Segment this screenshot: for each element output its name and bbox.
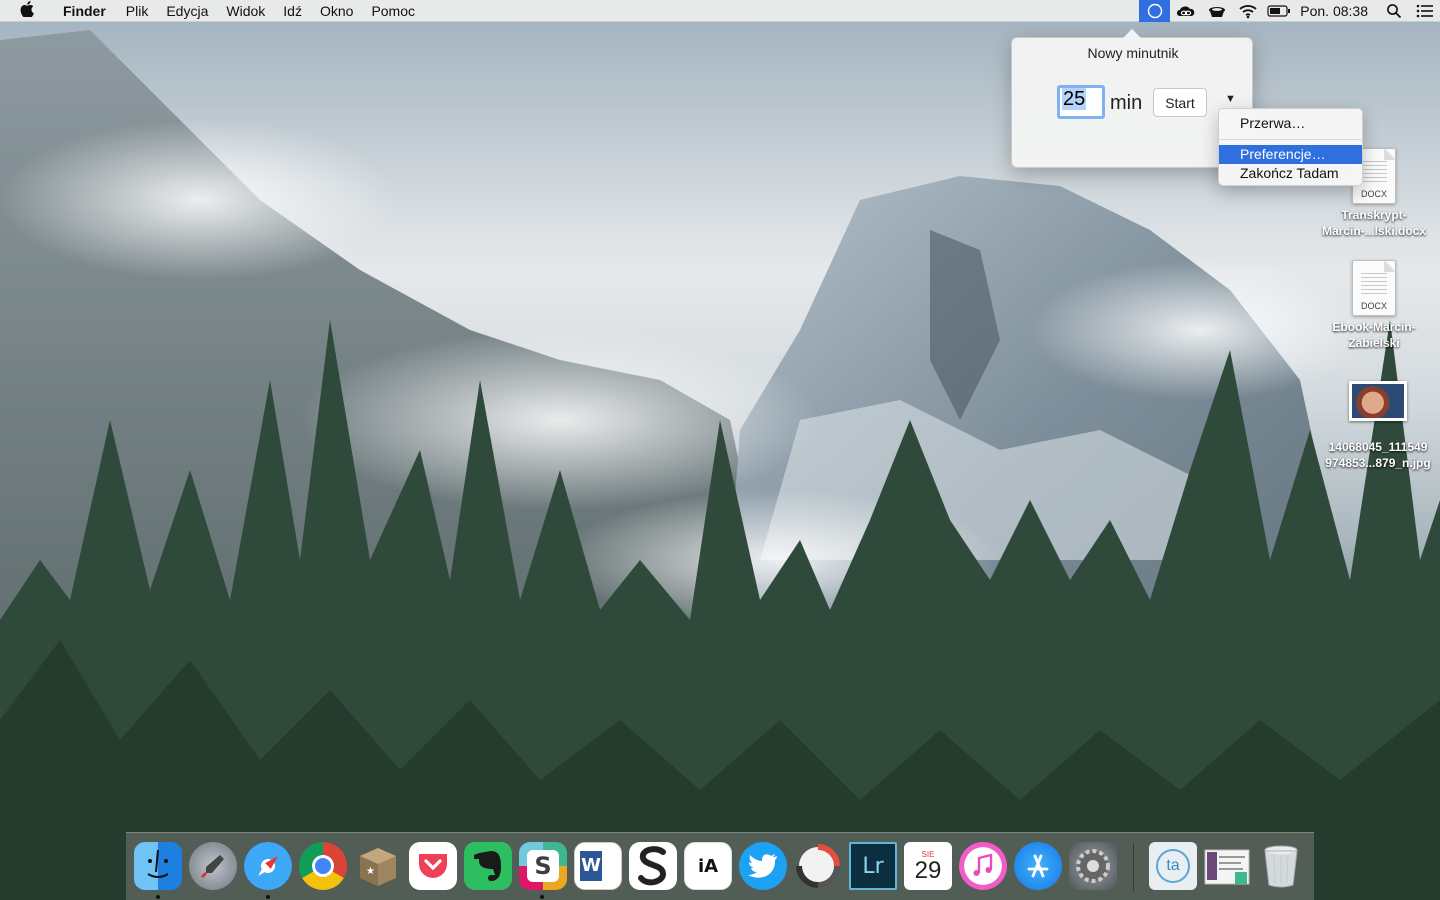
ia-writer-label: iA: [697, 855, 719, 877]
menu-pomoc[interactable]: Pomoc: [362, 0, 424, 22]
file-extension: DOCX: [1360, 301, 1387, 311]
timer-options-menu: Przerwa… Preferencje… Zakończ Tadam: [1218, 108, 1363, 186]
evernote-icon[interactable]: [464, 842, 512, 890]
menu-plik[interactable]: Plik: [117, 0, 158, 22]
notification-center-icon[interactable]: [1409, 0, 1440, 22]
file-label-line: 14068045_111549: [1328, 440, 1428, 454]
running-indicator: [156, 895, 160, 899]
menu-item-preferencje[interactable]: Preferencje…: [1219, 145, 1362, 164]
focus-timer-icon[interactable]: [794, 842, 842, 890]
caffeine-cup-icon[interactable]: [1201, 0, 1232, 22]
minutes-value[interactable]: 25: [1062, 88, 1087, 110]
minutes-unit-label: min: [1110, 92, 1143, 114]
file-label-line: Marcin-...lski.docx: [1321, 224, 1427, 238]
app-store-icon[interactable]: [1014, 842, 1062, 890]
desktop-file-ebook[interactable]: DOCX Ebook-Marcin- Zabielski: [1314, 260, 1434, 351]
word-icon[interactable]: W: [574, 842, 622, 890]
menu-finder[interactable]: Finder: [54, 0, 117, 22]
texts-label: ta: [1166, 857, 1180, 874]
file-label-line: Zabielski: [1348, 336, 1400, 350]
file-label: Transkrypt- Marcin-...lski.docx: [1314, 207, 1434, 239]
lightroom-label: Lr: [862, 853, 884, 879]
menu-idz[interactable]: Idź: [274, 0, 311, 22]
pocket-icon[interactable]: [409, 842, 457, 890]
document-lines: [1361, 273, 1387, 295]
triangle-down-icon[interactable]: ▼: [1225, 93, 1236, 105]
new-timer-popover: Nowy minutnik 25 min Start ▼: [1011, 29, 1253, 168]
menu-bar-left: Finder Plik Edycja Widok Idź Okno Pomoc: [0, 0, 424, 22]
tadam-timer-icon[interactable]: [1139, 0, 1171, 22]
itunes-icon[interactable]: [959, 842, 1007, 890]
archive-box-icon[interactable]: ★: [354, 842, 402, 890]
safari-icon[interactable]: [244, 842, 292, 890]
twitter-icon[interactable]: [739, 842, 787, 890]
menu-okno[interactable]: Okno: [311, 0, 362, 22]
image-thumbnail: [1349, 381, 1407, 421]
screenshot-stack-icon[interactable]: [1203, 842, 1251, 890]
texts-folder-icon[interactable]: ta: [1149, 842, 1197, 890]
popover-title: Nowy minutnik: [1087, 45, 1179, 61]
menu-item-zakoncz-tadam[interactable]: Zakończ Tadam: [1219, 164, 1362, 183]
file-label: 14068045_111549 974853...879_n.jpg: [1318, 439, 1438, 471]
calendar-day: 29: [914, 856, 942, 884]
start-button[interactable]: Start: [1153, 88, 1207, 117]
menu-separator: [1219, 139, 1362, 140]
running-indicator: [266, 895, 270, 899]
dock: ★ S W iA Lr SIE 29 ta: [126, 832, 1314, 900]
word-letter: W: [580, 851, 602, 881]
file-label-line: Transkrypt-: [1341, 208, 1407, 222]
menu-bar: Finder Plik Edycja Widok Idź Okno Pomoc …: [0, 0, 1440, 22]
menu-widok[interactable]: Widok: [217, 0, 274, 22]
slack-icon[interactable]: S: [519, 842, 567, 890]
file-extension: DOCX: [1360, 189, 1387, 199]
menu-edycja[interactable]: Edycja: [157, 0, 217, 22]
file-label-line: Ebook-Marcin-: [1332, 320, 1416, 334]
search-icon[interactable]: [1378, 0, 1409, 22]
lightroom-icon[interactable]: Lr: [849, 842, 897, 890]
battery-icon[interactable]: [1263, 0, 1294, 22]
menu-item-przerwa[interactable]: Przerwa…: [1219, 114, 1362, 133]
dock-separator: [1133, 843, 1134, 891]
menu-bar-status-area: Pon. 08:38: [1139, 0, 1440, 22]
file-label: Ebook-Marcin- Zabielski: [1314, 319, 1434, 351]
desktop-file-photo[interactable]: 14068045_111549 974853...879_n.jpg: [1318, 381, 1438, 471]
slack-letter: S: [527, 850, 559, 882]
launchpad-icon[interactable]: [189, 842, 237, 890]
scrivener-icon[interactable]: [629, 842, 677, 890]
menu-bar-clock[interactable]: Pon. 08:38: [1294, 0, 1378, 22]
popover-arrow: [1123, 29, 1141, 38]
trash-icon[interactable]: [1257, 842, 1305, 890]
running-indicator: [540, 895, 544, 899]
ia-writer-icon[interactable]: iA: [684, 842, 732, 890]
document-lines: [1361, 161, 1387, 183]
system-preferences-icon[interactable]: [1069, 842, 1117, 890]
svg-text:★: ★: [366, 866, 375, 877]
wifi-icon[interactable]: [1232, 0, 1263, 22]
file-label-line: 974853...879_n.jpg: [1325, 456, 1431, 470]
creative-cloud-icon[interactable]: [1170, 0, 1201, 22]
docx-file-icon: DOCX: [1352, 260, 1396, 316]
apple-icon[interactable]: [0, 0, 54, 21]
minutes-input[interactable]: 25: [1057, 85, 1105, 119]
finder-icon[interactable]: [134, 842, 182, 890]
calendar-icon[interactable]: SIE 29: [904, 842, 952, 890]
chrome-icon[interactable]: [299, 842, 347, 890]
